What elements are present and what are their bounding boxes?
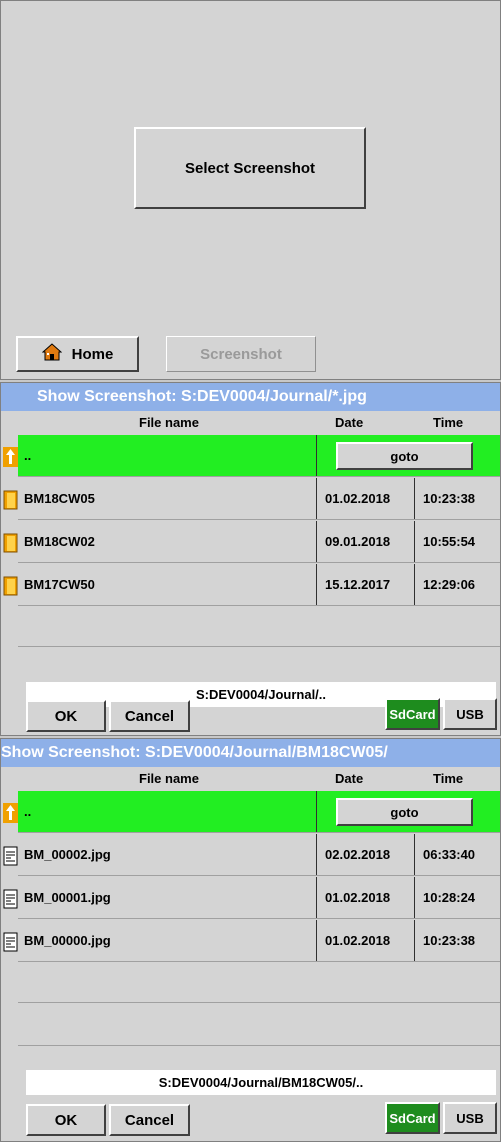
empty-row (18, 963, 500, 1003)
folder-icon (3, 576, 18, 596)
window-title-text: Show Screenshot: S:DEV0004/Journal/BM18C… (1, 744, 388, 761)
goto-button[interactable]: goto (336, 442, 473, 470)
file-name: BM_00000.jpg (24, 933, 111, 948)
image-file-icon (3, 889, 18, 909)
empty-row (18, 607, 500, 647)
home-button-label: Home (71, 345, 114, 363)
folder-icon (3, 490, 18, 510)
column-headers: File name Date Time (1, 769, 500, 789)
file-name-header[interactable]: File name (139, 771, 199, 786)
sdcard-button[interactable]: SdCard (385, 1102, 440, 1134)
window-title: Show Screenshot: S:DEV0004/Journal/BM18C… (1, 739, 500, 767)
file-time: 10:23:38 (423, 933, 476, 948)
file-name: BM_00001.jpg (24, 890, 111, 905)
file-browser-panel: Show Screenshot: S:DEV0004/Journal/BM18C… (0, 738, 501, 1142)
cancel-button[interactable]: Cancel (109, 1104, 190, 1136)
file-name-header[interactable]: File name (139, 415, 199, 430)
parent-directory-label: .. (24, 804, 32, 819)
file-time: 10:55:54 (423, 534, 476, 549)
home-icon (41, 343, 62, 365)
file-date: 09.01.2018 (325, 534, 391, 549)
date-header[interactable]: Date (335, 771, 363, 786)
file-date: 01.02.2018 (325, 933, 391, 948)
list-item[interactable]: BM18CW05 01.02.2018 10:23:38 (18, 478, 500, 520)
parent-directory-label: .. (24, 448, 32, 463)
file-list: .. goto BM18CW05 01.02.2018 10:23:38 BM1… (18, 435, 500, 647)
list-item[interactable]: BM17CW50 15.12.2017 12:29:06 (18, 564, 500, 606)
file-time: 12:29:06 (423, 577, 476, 592)
file-date: 01.02.2018 (325, 890, 391, 905)
file-time: 10:23:38 (423, 491, 476, 506)
file-time: 10:28:24 (423, 890, 476, 905)
file-name: BM_00002.jpg (24, 847, 111, 862)
window-title: Show Screenshot: S:DEV0004/Journal/*.jpg (1, 383, 500, 411)
parent-directory-row[interactable]: .. goto (18, 435, 500, 477)
goto-button[interactable]: goto (336, 798, 473, 826)
empty-row (18, 1004, 500, 1046)
usb-button[interactable]: USB (443, 698, 497, 730)
sdcard-button[interactable]: SdCard (385, 698, 440, 730)
file-name: BM18CW02 (24, 534, 95, 549)
file-date: 02.02.2018 (325, 847, 391, 862)
folder-browser-panel: Show Screenshot: S:DEV0004/Journal/*.jpg… (0, 382, 501, 736)
main-menu-panel: Select Screenshot Home Screenshot (0, 0, 501, 380)
file-list: .. goto BM_00002.jpg 02.02.2018 06:33:40… (18, 791, 500, 1046)
path-field[interactable]: S:DEV0004/Journal/BM18CW05/.. (26, 1070, 496, 1095)
list-item[interactable]: BM_00000.jpg 01.02.2018 10:23:38 (18, 920, 500, 962)
select-screenshot-button[interactable]: Select Screenshot (134, 127, 366, 209)
up-arrow-icon[interactable] (3, 803, 18, 823)
folder-icon (3, 533, 18, 553)
file-date: 15.12.2017 (325, 577, 391, 592)
list-item[interactable]: BM18CW02 09.01.2018 10:55:54 (18, 521, 500, 563)
parent-directory-row[interactable]: .. goto (18, 791, 500, 833)
usb-button[interactable]: USB (443, 1102, 497, 1134)
file-name: BM18CW05 (24, 491, 95, 506)
list-item[interactable]: BM_00001.jpg 01.02.2018 10:28:24 (18, 877, 500, 919)
image-file-icon (3, 932, 18, 952)
home-button[interactable]: Home (16, 336, 139, 372)
up-arrow-icon[interactable] (3, 447, 18, 467)
file-time: 06:33:40 (423, 847, 476, 862)
list-item[interactable]: BM_00002.jpg 02.02.2018 06:33:40 (18, 834, 500, 876)
ok-button[interactable]: OK (26, 700, 106, 732)
ok-button[interactable]: OK (26, 1104, 106, 1136)
file-date: 01.02.2018 (325, 491, 391, 506)
date-header[interactable]: Date (335, 415, 363, 430)
time-header[interactable]: Time (433, 771, 463, 786)
window-title-text: Show Screenshot: S:DEV0004/Journal/*.jpg (37, 388, 367, 405)
cancel-button[interactable]: Cancel (109, 700, 190, 732)
image-file-icon (3, 846, 18, 866)
column-headers: File name Date Time (1, 413, 500, 433)
screenshot-button[interactable]: Screenshot (166, 336, 316, 372)
time-header[interactable]: Time (433, 415, 463, 430)
file-name: BM17CW50 (24, 577, 95, 592)
